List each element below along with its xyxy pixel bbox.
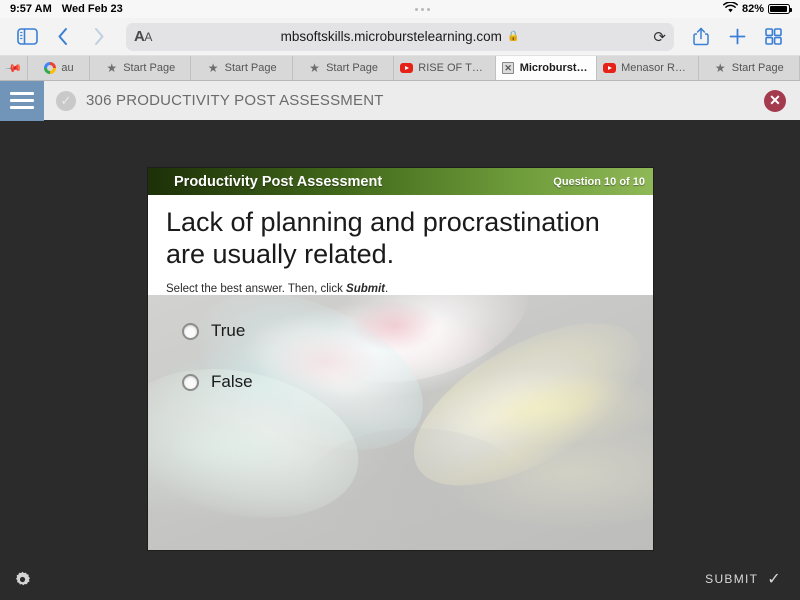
- multitask-handle[interactable]: [123, 7, 723, 11]
- answer-area: True False: [148, 295, 653, 550]
- fractal-petal: [388, 295, 653, 519]
- sidebar-icon[interactable]: [12, 22, 42, 52]
- check-icon: ✓: [767, 571, 782, 588]
- ipad-screen: 9:57 AM Wed Feb 23 82% AA mbsoftskills.m…: [0, 0, 800, 600]
- tab-start-page-2[interactable]: ★ Start Page: [191, 56, 293, 80]
- hint-suffix: .: [385, 282, 389, 295]
- tab-label: Start Page: [224, 62, 277, 74]
- tab-label: RISE OF THE…: [418, 62, 488, 74]
- star-icon: ★: [714, 61, 726, 75]
- back-button[interactable]: [48, 22, 78, 52]
- course-header: ✓ 306 PRODUCTIVITY POST ASSESSMENT ✕: [0, 80, 800, 121]
- pin-icon: 📌: [4, 59, 23, 78]
- answer-option-true[interactable]: True: [182, 321, 245, 341]
- tab-start-page-4[interactable]: ★ Start Page: [698, 56, 800, 80]
- course-stage: Productivity Post Assessment Question 10…: [0, 121, 800, 600]
- status-bar-left: 9:57 AM Wed Feb 23: [10, 3, 123, 15]
- handle-dot: [415, 7, 419, 11]
- address-bar[interactable]: AA mbsoftskills.microburstelearning.com …: [126, 22, 674, 51]
- submit-button[interactable]: SUBMIT ✓: [705, 569, 782, 589]
- answer-option-false[interactable]: False: [182, 372, 253, 392]
- tab-label: Microburst L…: [519, 62, 591, 74]
- slide-title: Productivity Post Assessment: [174, 173, 383, 190]
- fractal-petal: [306, 295, 545, 407]
- fractal-petal: [299, 427, 532, 550]
- tab-label: Start Page: [731, 62, 784, 74]
- youtube-icon: [400, 62, 414, 75]
- url-text: mbsoftskills.microburstelearning.com: [280, 29, 502, 44]
- option-label: False: [211, 372, 253, 391]
- hint-prefix: Select the best answer. Then, click: [166, 282, 347, 295]
- square-icon: ✕: [502, 62, 515, 75]
- option-label: True: [211, 321, 246, 340]
- quiz-slide: Productivity Post Assessment Question 10…: [148, 168, 653, 550]
- question-text: Lack of planning and procrastination are…: [166, 207, 600, 269]
- tab-menasor[interactable]: Menasor Ro…: [597, 56, 699, 80]
- text-size-button[interactable]: AA: [134, 28, 152, 45]
- fractal-petal: [436, 359, 617, 461]
- battery-icon: [768, 4, 792, 14]
- star-icon: ★: [106, 61, 118, 75]
- tab-label: au: [61, 62, 74, 74]
- slide-header: Productivity Post Assessment Question 10…: [148, 168, 653, 195]
- lock-icon: 🔒: [506, 31, 520, 42]
- reload-icon[interactable]: ⟳: [653, 28, 666, 46]
- handle-dot: [421, 7, 425, 11]
- star-icon: ★: [309, 61, 320, 75]
- share-icon[interactable]: [686, 22, 716, 52]
- page-title: 306 PRODUCTIVITY POST ASSESSMENT: [86, 92, 384, 109]
- question-counter: Question 10 of 10: [553, 175, 645, 188]
- tab-start-page-1[interactable]: ★ Start Page: [90, 56, 192, 80]
- tab-google[interactable]: au: [28, 56, 90, 80]
- forward-button: [84, 22, 114, 52]
- battery-percent: 82%: [741, 3, 764, 15]
- tab-start-page-3[interactable]: ★ Start Page: [292, 56, 395, 80]
- browser-toolbar: AA mbsoftskills.microburstelearning.com …: [0, 18, 800, 56]
- radio-button[interactable]: [182, 322, 199, 340]
- tab-rise-of-the[interactable]: RISE OF THE…: [394, 56, 496, 80]
- tab-label: Start Page: [326, 62, 379, 74]
- status-bar-right: 82%: [723, 1, 792, 16]
- tab-microburst-active[interactable]: ✕ Microburst L…: [495, 56, 598, 80]
- tab-label: Start Page: [123, 62, 176, 74]
- tab-label: Menasor Ro…: [621, 62, 692, 74]
- youtube-icon: [603, 62, 617, 75]
- clock: 9:57 AM: [10, 3, 52, 15]
- close-icon[interactable]: ✕: [764, 89, 786, 112]
- player-bottom-bar: SUBMIT ✓: [0, 558, 800, 600]
- new-tab-icon[interactable]: [722, 22, 752, 52]
- handle-dot: [427, 7, 431, 11]
- question-hint: Select the best answer. Then, click Subm…: [166, 283, 635, 295]
- tab-pinned[interactable]: 📌: [0, 56, 28, 80]
- star-icon: ★: [207, 61, 219, 75]
- gear-icon[interactable]: [13, 570, 31, 588]
- check-circle-icon: ✓: [56, 90, 76, 111]
- google-icon: [43, 62, 56, 75]
- status-bar: 9:57 AM Wed Feb 23 82%: [0, 0, 800, 18]
- question-area: Lack of planning and procrastination are…: [148, 195, 653, 295]
- url-display: mbsoftskills.microburstelearning.com 🔒: [126, 29, 674, 44]
- fractal-petal: [168, 412, 320, 479]
- wifi-icon: [723, 1, 738, 16]
- fractal-petal: [350, 300, 441, 352]
- date-label: Wed Feb 23: [61, 3, 123, 15]
- tab-overview-icon[interactable]: [758, 22, 788, 52]
- radio-button[interactable]: [182, 373, 199, 391]
- hamburger-icon[interactable]: [0, 80, 44, 121]
- submit-label: SUBMIT: [705, 572, 759, 586]
- fractal-petal: [269, 330, 381, 392]
- tab-strip: 📌 au ★ Start Page ★ Start Page ★ Start P…: [0, 56, 800, 81]
- hint-emphasis: Submit: [346, 282, 386, 295]
